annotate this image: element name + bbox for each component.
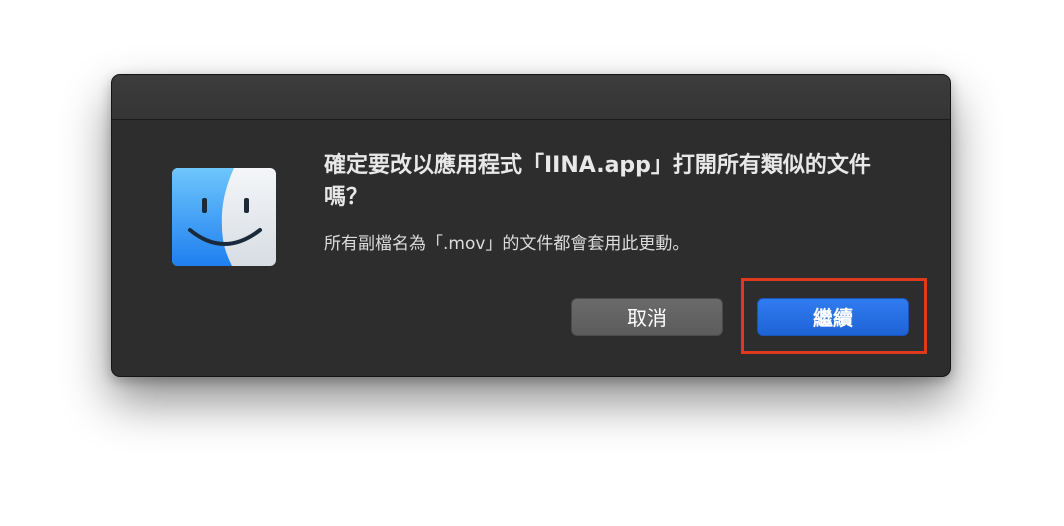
cancel-button[interactable]: 取消 xyxy=(571,298,723,336)
dialog-informative-text: 所有副檔名為「.mov」的文件都會套用此更動。 xyxy=(324,234,690,254)
screenshot-canvas: 確定要改以應用程式「IINA.app」打開所有類似的文件嗎？ 所有副檔名為「.m… xyxy=(0,0,1064,526)
dialog-message: 確定要改以應用程式「IINA.app」打開所有類似的文件嗎？ xyxy=(324,153,871,210)
continue-button-highlight xyxy=(741,278,927,354)
finder-icon xyxy=(172,168,276,266)
dialog-titlebar xyxy=(112,75,950,120)
